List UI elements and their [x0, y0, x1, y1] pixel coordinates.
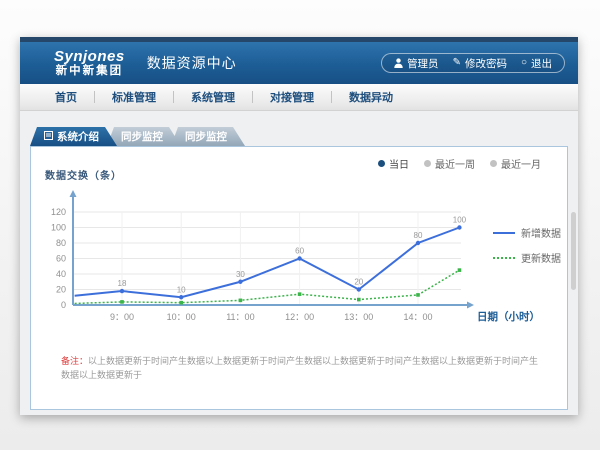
page-title: 数据资源中心 — [147, 53, 237, 73]
green-dotted-line-sample-icon — [493, 257, 515, 259]
filter-last-month[interactable]: 最近一月 — [490, 156, 541, 171]
legend-item-new-data: 新增数据 — [493, 225, 561, 240]
y-axis-title: 数据交换（条） — [45, 167, 122, 182]
svg-text:0: 0 — [61, 300, 66, 310]
svg-text:40: 40 — [56, 269, 66, 279]
company-logo: Synjones 新中新集团 — [54, 49, 125, 77]
logout-button[interactable]: ○ 退出 — [521, 56, 552, 71]
user-icon — [394, 58, 403, 68]
svg-text:14：00: 14：00 — [403, 312, 432, 322]
svg-text:120: 120 — [51, 207, 66, 217]
admin-user-button[interactable]: 管理员 — [394, 56, 439, 71]
legend-label: 更新数据 — [521, 250, 561, 265]
tab-bar: 系统介绍 同步监控 同步监控 — [30, 127, 235, 146]
change-password-button[interactable]: ✎ 修改密码 — [453, 56, 507, 71]
nav-item-integration[interactable]: 对接管理 — [253, 89, 331, 105]
svg-text:10: 10 — [177, 285, 186, 294]
tab-system-intro[interactable]: 系统介绍 — [30, 127, 117, 146]
filter-last-month-label: 最近一月 — [501, 156, 541, 171]
footnote-prefix: 备注： — [61, 356, 88, 366]
radio-dot-icon — [490, 160, 497, 167]
blue-line-sample-icon — [493, 232, 515, 234]
svg-text:日期（小时）: 日期（小时） — [477, 310, 540, 323]
svg-text:20: 20 — [56, 285, 66, 295]
footnote-text: 以上数据更新于时间产生数据以上数据更新于时间产生数据以上数据更新于时间产生数据以… — [61, 356, 538, 380]
filter-last-week-label: 最近一周 — [435, 156, 475, 171]
line-chart: 0 20 40 60 80 100 120 9：00 10：00 11：00 12：00 13：00 1… — [31, 187, 551, 332]
svg-text:12：00: 12：00 — [285, 312, 314, 322]
nav-item-standards[interactable]: 标准管理 — [95, 89, 173, 105]
svg-text:80: 80 — [414, 231, 423, 240]
chart-legend: 新增数据 更新数据 — [493, 225, 561, 265]
tab-sync-monitor-1[interactable]: 同步监控 — [107, 127, 181, 146]
tab-label: 同步监控 — [121, 129, 163, 144]
nav-item-data-changes[interactable]: 数据异动 — [332, 89, 410, 105]
power-icon: ○ — [521, 58, 527, 68]
admin-user-label: 管理员 — [407, 56, 439, 71]
svg-text:60: 60 — [295, 247, 304, 256]
chart-panel: 当日 最近一周 最近一月 数据交换（条） 0 20 40 60 80 100 120 9：00… — [30, 146, 568, 410]
tab-label: 同步监控 — [185, 129, 227, 144]
document-icon — [44, 131, 53, 143]
logo-company-name: 新中新集团 — [54, 65, 125, 77]
app-window: Synjones 新中新集团 数据资源中心 管理员 ✎ 修改密码 ○ 退出 首页… — [20, 37, 578, 415]
filter-today[interactable]: 当日 — [378, 156, 409, 171]
footnote: 备注：以上数据更新于时间产生数据以上数据更新于时间产生数据以上数据更新于时间产生… — [61, 355, 547, 382]
svg-text:30: 30 — [236, 270, 245, 279]
time-range-filter: 当日 最近一周 最近一月 — [378, 156, 541, 171]
line-chart-svg: 0 20 40 60 80 100 120 9：00 10：00 11：00 12：00 13：00 1… — [31, 187, 551, 332]
legend-item-updated-data: 更新数据 — [493, 250, 561, 265]
legend-label: 新增数据 — [521, 225, 561, 240]
logo-brand-text: Synjones — [54, 49, 125, 65]
svg-text:18: 18 — [118, 279, 127, 288]
svg-text:60: 60 — [56, 254, 66, 264]
tab-label: 系统介绍 — [57, 129, 99, 144]
filter-last-week[interactable]: 最近一周 — [424, 156, 475, 171]
logout-label: 退出 — [531, 56, 552, 71]
tab-sync-monitor-2[interactable]: 同步监控 — [171, 127, 245, 146]
svg-text:100: 100 — [453, 216, 467, 225]
radio-dot-icon — [424, 160, 431, 167]
change-password-label: 修改密码 — [465, 56, 507, 71]
svg-text:11：00: 11：00 — [226, 312, 254, 322]
filter-today-label: 当日 — [389, 156, 409, 171]
svg-text:100: 100 — [51, 223, 66, 233]
user-toolbar: 管理员 ✎ 修改密码 ○ 退出 — [381, 53, 565, 73]
nav-item-home[interactable]: 首页 — [38, 89, 94, 105]
svg-text:20: 20 — [354, 278, 363, 287]
svg-text:80: 80 — [56, 238, 66, 248]
svg-text:9：00: 9：00 — [110, 312, 134, 322]
scrollbar-thumb[interactable] — [571, 212, 576, 290]
main-nav: 首页 标准管理 系统管理 对接管理 数据异动 — [20, 84, 578, 111]
nav-item-system[interactable]: 系统管理 — [174, 89, 252, 105]
edit-icon: ✎ — [453, 58, 461, 68]
svg-text:13：00: 13：00 — [344, 312, 373, 322]
app-header: Synjones 新中新集团 数据资源中心 管理员 ✎ 修改密码 ○ 退出 — [20, 42, 578, 84]
svg-text:10：00: 10：00 — [167, 312, 196, 322]
radio-dot-icon — [378, 160, 385, 167]
